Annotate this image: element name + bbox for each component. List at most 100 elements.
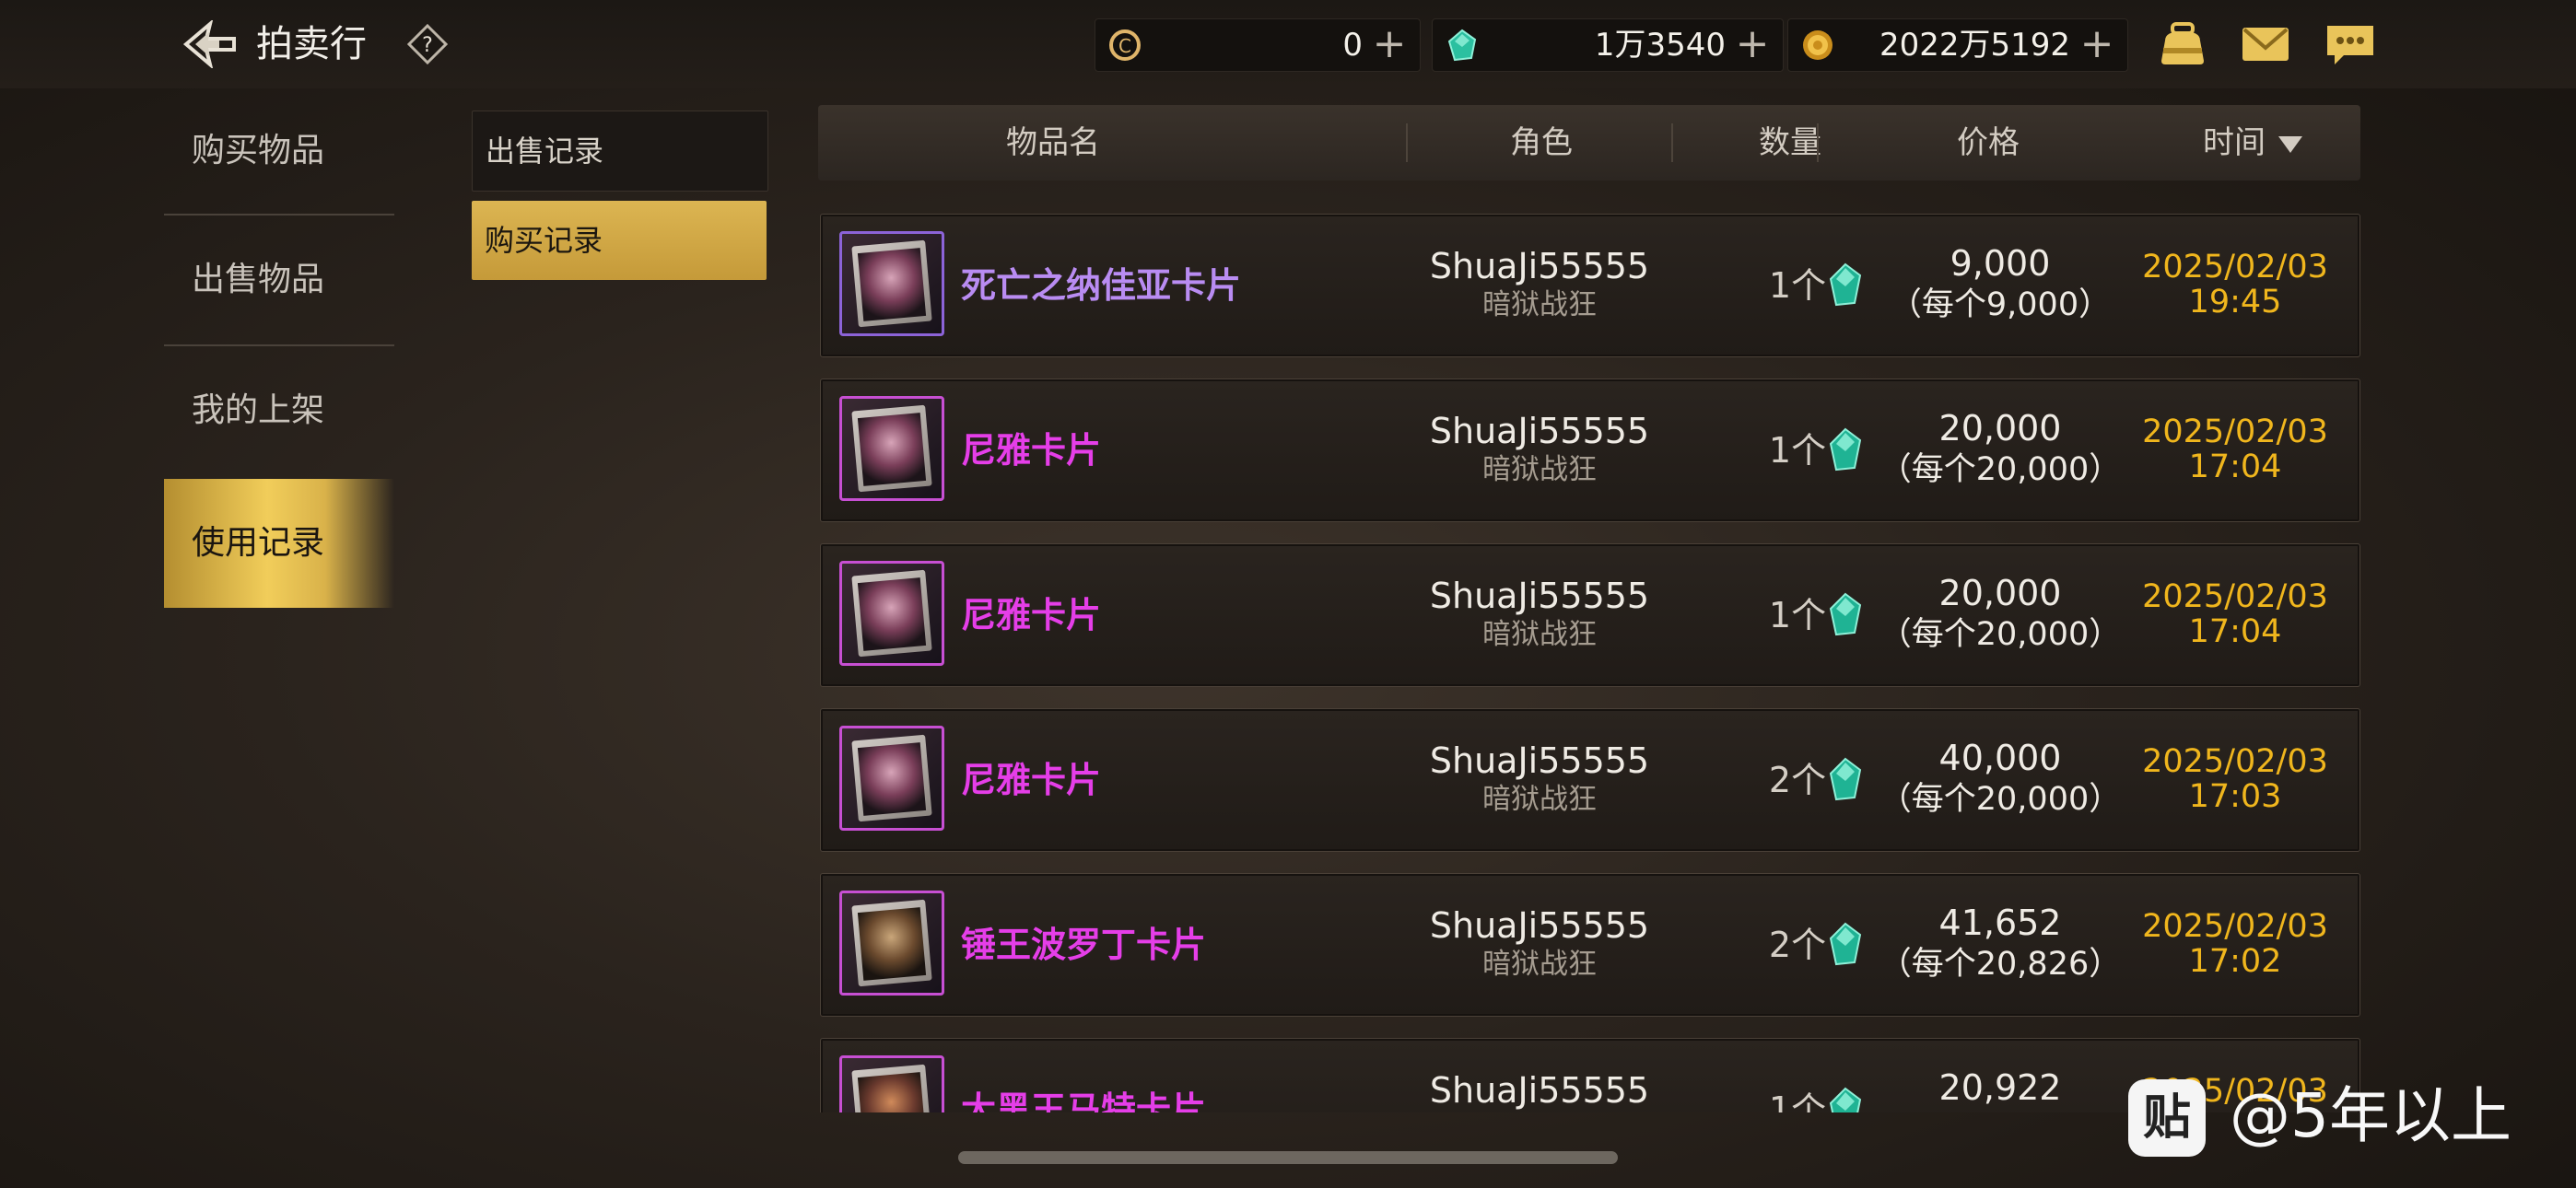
player-name: ShuaJi55555 bbox=[1429, 411, 1650, 451]
sidebar-item-sell[interactable]: 出售物品 bbox=[164, 215, 394, 344]
back-arrow-icon[interactable] bbox=[182, 20, 238, 68]
player-name: ShuaJi55555 bbox=[1429, 1070, 1650, 1111]
watermark-logo: 贴 bbox=[2128, 1079, 2206, 1157]
column-header-price: 价格 bbox=[1957, 124, 2020, 161]
divider bbox=[1817, 123, 1819, 162]
item-name: 大黑王马特卡片 bbox=[961, 1089, 1207, 1112]
time-cell: 2025/02/03 17:04 bbox=[2129, 414, 2341, 484]
unit-price: （每个20,000） bbox=[1879, 616, 2122, 653]
clock-time: 17:04 bbox=[2188, 448, 2282, 485]
clock-time: 19:45 bbox=[2188, 284, 2282, 320]
unit-price: （每个20,000） bbox=[1879, 451, 2122, 488]
date: 2025/02/03 bbox=[2142, 578, 2328, 615]
time-cell: 2025/02/03 19:45 bbox=[2129, 250, 2341, 320]
clock-time: 17:02 bbox=[2188, 943, 2282, 980]
currency-c-coin: C 0 + bbox=[1095, 18, 1421, 72]
help-icon[interactable]: ? bbox=[407, 24, 448, 64]
date: 2025/02/03 bbox=[2142, 743, 2328, 780]
total-price: 20,000 bbox=[1938, 573, 2062, 613]
item-name: 尼雅卡片 bbox=[961, 760, 1102, 800]
time-cell: 2025/02/03 17:03 bbox=[2129, 744, 2341, 814]
clock-time: 17:03 bbox=[2188, 778, 2282, 815]
item-card-icon bbox=[839, 1055, 944, 1112]
currency-value: 1万3540 bbox=[1594, 27, 1726, 64]
total-price: 20,922 bbox=[1938, 1067, 2062, 1108]
price-cell: 20,000 （每个20,000） bbox=[1871, 572, 2129, 655]
currency-gem: 1万3540 + bbox=[1432, 18, 1784, 72]
add-currency-button[interactable]: + bbox=[2079, 24, 2114, 64]
sidebar-item-label: 我的上架 bbox=[192, 391, 325, 429]
item-name: 尼雅卡片 bbox=[961, 595, 1102, 635]
sidebar-item-label: 出售物品 bbox=[192, 261, 325, 298]
divider bbox=[1671, 123, 1673, 162]
table-row[interactable]: 尼雅卡片 ShuaJi55555 暗狱战狂 1个 20,000 （每个20,00… bbox=[820, 379, 2360, 522]
item-card-icon bbox=[839, 726, 944, 831]
tab-sell-records[interactable]: 出售记录 bbox=[472, 111, 768, 192]
gem-icon bbox=[1829, 1087, 1862, 1112]
column-header-item: 物品名 bbox=[1006, 124, 1100, 161]
table-row[interactable]: 尼雅卡片 ShuaJi55555 暗狱战狂 1个 20,000 （每个20,00… bbox=[820, 543, 2360, 687]
column-header-time[interactable]: 时间 bbox=[2147, 105, 2359, 181]
table-row[interactable]: 锤王波罗丁卡片 ShuaJi55555 暗狱战狂 2个 41,652 （每个20… bbox=[820, 873, 2360, 1017]
total-price: 20,000 bbox=[1938, 408, 2062, 448]
price-cell: 9,000 （每个9,000） bbox=[1871, 242, 2129, 325]
unit-price: （每个9,000） bbox=[1889, 286, 2112, 323]
mail-icon[interactable] bbox=[2239, 20, 2292, 68]
sort-down-icon bbox=[2278, 135, 2302, 153]
svg-text:?: ? bbox=[422, 34, 433, 57]
sidebar-item-my-listings[interactable]: 我的上架 bbox=[164, 346, 394, 475]
currency-value: 2022万5192 bbox=[1879, 27, 2070, 64]
sidebar-item-buy[interactable]: 购买物品 bbox=[164, 87, 394, 215]
bag-icon[interactable] bbox=[2156, 20, 2209, 68]
add-currency-button[interactable]: + bbox=[1372, 24, 1407, 64]
role-cell: ShuaJi55555 暗狱战狂 bbox=[1420, 905, 1659, 983]
role-cell: ShuaJi55555 暗狱战狂 bbox=[1420, 411, 1659, 488]
gem-icon bbox=[1447, 29, 1477, 62]
tab-label: 出售记录 bbox=[486, 134, 604, 169]
price-cell: 41,652 （每个20,826） bbox=[1871, 902, 2129, 984]
table-header: 物品名 角色 数量 价格 时间 bbox=[818, 105, 2360, 181]
player-class: 暗狱战狂 bbox=[1482, 783, 1597, 816]
item-name: 锤王波罗丁卡片 bbox=[961, 925, 1207, 965]
sidebar-item-usage-records[interactable]: 使用记录 bbox=[164, 479, 394, 608]
role-cell: ShuaJi55555 暗狱战狂 bbox=[1420, 576, 1659, 653]
player-class: 暗狱战狂 bbox=[1482, 948, 1597, 981]
divider bbox=[1406, 123, 1408, 162]
gem-icon bbox=[1829, 922, 1862, 966]
player-name: ShuaJi55555 bbox=[1429, 246, 1650, 286]
table-row[interactable]: 死亡之纳佳亚卡片 ShuaJi55555 暗狱战狂 1个 9,000 （每个9,… bbox=[820, 214, 2360, 357]
player-name: ShuaJi55555 bbox=[1429, 576, 1650, 616]
player-class: 暗狱战狂 bbox=[1482, 618, 1597, 651]
home-indicator[interactable] bbox=[958, 1151, 1618, 1164]
currency-value: 0 bbox=[1342, 27, 1363, 64]
purchase-records-list[interactable]: 死亡之纳佳亚卡片 ShuaJi55555 暗狱战狂 1个 9,000 （每个9,… bbox=[820, 214, 2360, 1112]
player-class: 暗狱战狂 bbox=[1482, 453, 1597, 486]
gold-coin-icon bbox=[1803, 30, 1832, 60]
date: 2025/02/03 bbox=[2142, 249, 2328, 285]
top-bar: 拍卖行 ? C 0 + 1万3540 + 2022万5192 + bbox=[0, 0, 2576, 88]
price-cell: 40,000 （每个20,000） bbox=[1871, 737, 2129, 820]
gem-icon bbox=[1829, 427, 1862, 472]
table-row[interactable]: 尼雅卡片 ShuaJi55555 暗狱战狂 2个 40,000 （每个20,00… bbox=[820, 708, 2360, 852]
price-cell: 20,000 （每个20,000） bbox=[1871, 407, 2129, 490]
tab-label: 购买记录 bbox=[485, 223, 603, 258]
chat-icon[interactable] bbox=[2324, 20, 2377, 68]
total-price: 41,652 bbox=[1938, 903, 2062, 943]
item-name: 尼雅卡片 bbox=[961, 430, 1102, 471]
tab-buy-records[interactable]: 购买记录 bbox=[472, 201, 767, 280]
unit-price: （每个20,826） bbox=[1879, 946, 2122, 983]
total-price: 9,000 bbox=[1950, 243, 2051, 284]
total-price: 40,000 bbox=[1938, 738, 2062, 778]
gem-icon bbox=[1829, 592, 1862, 636]
add-currency-button[interactable]: + bbox=[1735, 24, 1770, 64]
column-header-role: 角色 bbox=[1510, 124, 1573, 161]
page-title: 拍卖行 bbox=[256, 23, 367, 65]
watermark-text: @5年以上 bbox=[2230, 1080, 2512, 1151]
sidebar-item-label: 购买物品 bbox=[192, 132, 325, 169]
role-cell: ShuaJi55555 暗狱战狂 bbox=[1420, 246, 1659, 323]
sidebar-item-label: 使用记录 bbox=[192, 524, 325, 562]
price-cell: 20,922 bbox=[1871, 1066, 2129, 1109]
player-class: 暗狱战狂 bbox=[1482, 288, 1597, 321]
unit-price: （每个20,000） bbox=[1879, 781, 2122, 818]
item-card-icon bbox=[839, 396, 944, 501]
